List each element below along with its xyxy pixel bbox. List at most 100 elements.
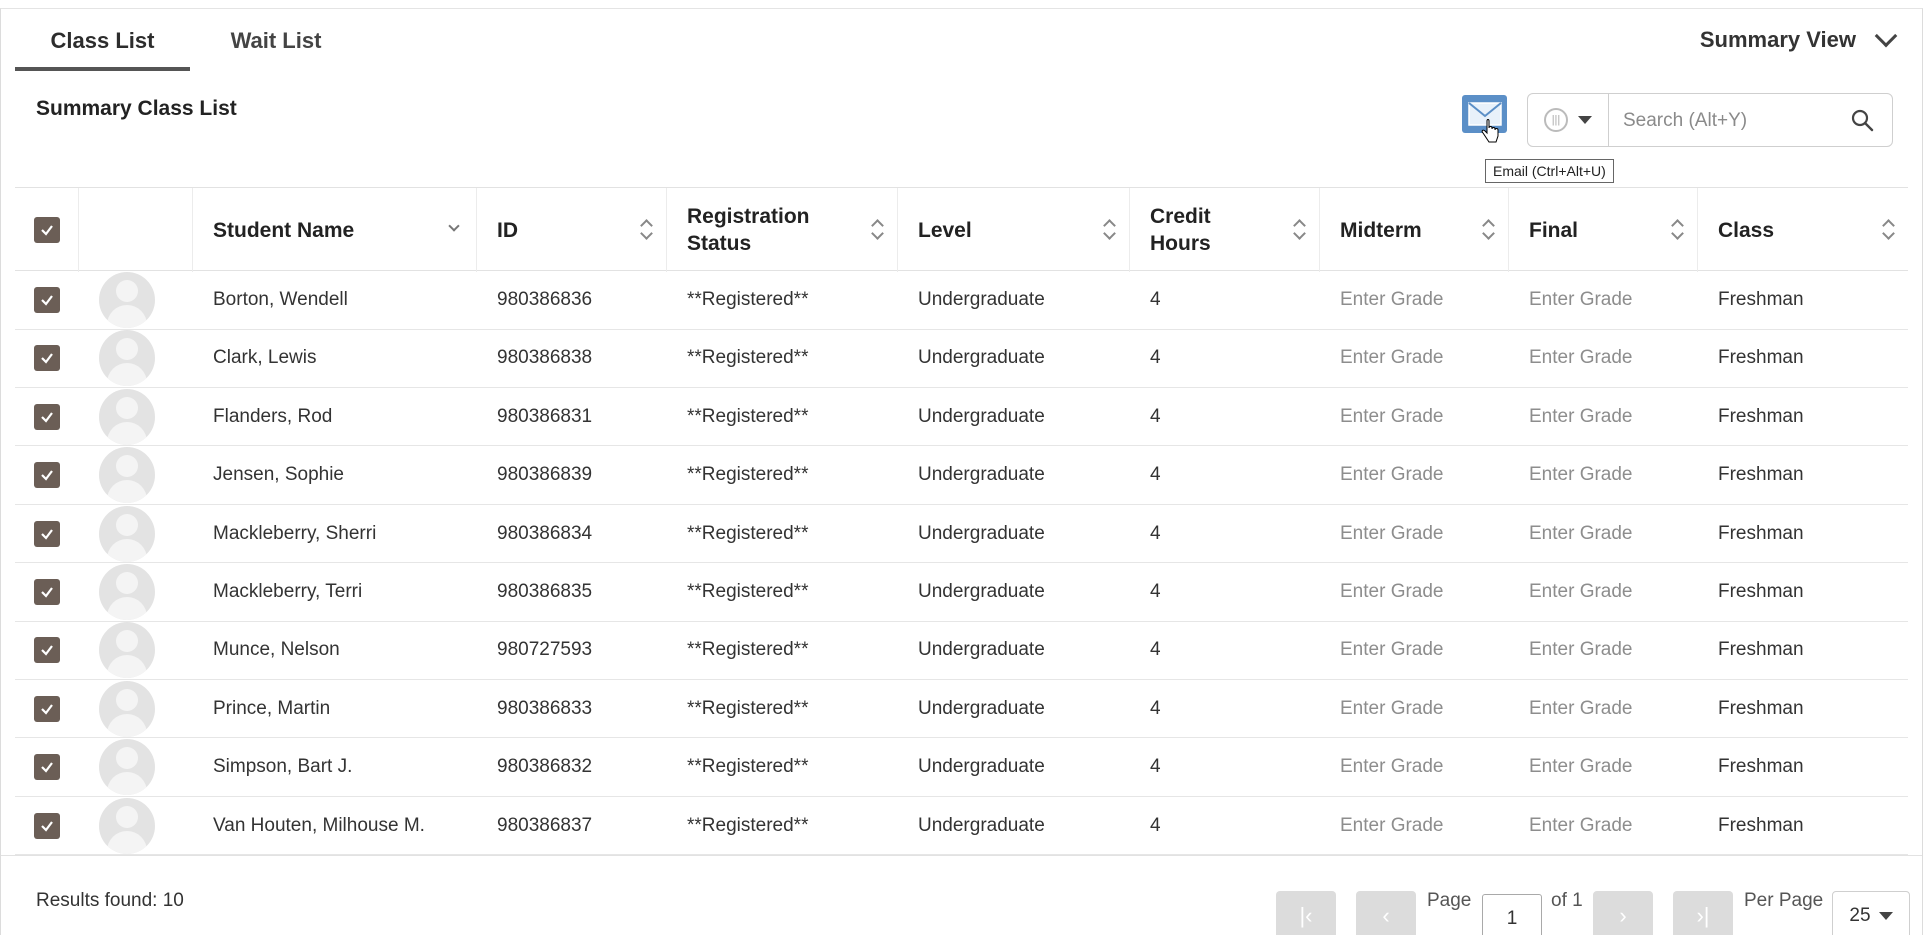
midterm-grade-input[interactable]: Enter Grade <box>1340 329 1509 387</box>
student-name-cell: Flanders, Rod <box>213 405 333 427</box>
avatar-placeholder-icon <box>99 447 155 504</box>
table-row: Jensen, Sophie 980386839 **Registered** Und… <box>15 446 1908 505</box>
photo-column-header <box>79 188 193 272</box>
checkmark-icon <box>41 762 53 773</box>
student-id-cell: 980727593 <box>497 639 593 661</box>
final-grade-input[interactable]: Enter Grade <box>1529 797 1698 855</box>
tab-class-list[interactable]: Class List <box>15 9 190 71</box>
registration-status-cell: **Registered** <box>687 522 809 544</box>
column-header-id[interactable]: ID <box>477 188 667 272</box>
checkmark-icon <box>41 645 53 657</box>
row-checkbox[interactable] <box>34 637 60 664</box>
avatar-placeholder-icon <box>99 622 155 679</box>
column-header-registration-status[interactable]: Registration Status <box>667 188 898 272</box>
final-grade-input[interactable]: Enter Grade <box>1529 680 1698 738</box>
level-cell: Undergraduate <box>918 581 1045 602</box>
caret-down-icon <box>1878 912 1893 920</box>
row-checkbox[interactable] <box>34 345 60 372</box>
student-name-cell: Jensen, Sophie <box>213 464 344 486</box>
avatar-cell <box>99 563 169 621</box>
next-page-button[interactable]: › <box>1593 891 1653 935</box>
midterm-grade-input[interactable]: Enter Grade <box>1340 621 1509 679</box>
final-grade-input[interactable]: Enter Grade <box>1529 505 1698 563</box>
class-cell: Freshman <box>1718 522 1804 544</box>
student-id-cell: 980386838 <box>497 347 593 369</box>
column-header-credit-hours[interactable]: Credit Hours <box>1130 188 1320 272</box>
student-id-cell: 980386839 <box>497 464 593 486</box>
level-cell: Undergraduate <box>918 756 1045 778</box>
midterm-grade-input[interactable]: Enter Grade <box>1340 563 1509 621</box>
search-icon[interactable] <box>1850 108 1874 132</box>
checkmark-icon <box>41 704 53 715</box>
tab-bar: Class List Wait List Summary View <box>1 9 1922 71</box>
row-checkbox[interactable] <box>34 403 60 430</box>
midterm-grade-input[interactable]: Enter Grade <box>1340 738 1509 796</box>
midterm-grade-input[interactable]: Enter Grade <box>1340 388 1509 446</box>
select-all-checkbox[interactable] <box>33 217 60 243</box>
credit-hours-cell: 4 <box>1150 581 1161 602</box>
midterm-grade-input[interactable]: Enter Grade <box>1340 505 1509 563</box>
final-grade-input[interactable]: Enter Grade <box>1529 738 1698 796</box>
search-input[interactable] <box>1623 106 1843 136</box>
avatar-cell <box>99 505 169 563</box>
row-select-cell <box>15 680 79 738</box>
credit-hours-cell: 4 <box>1150 522 1161 544</box>
first-page-button[interactable]: |‹ <box>1276 891 1336 935</box>
avatar-cell <box>99 388 169 446</box>
previous-page-button[interactable]: ‹ <box>1356 891 1416 935</box>
sort-icon <box>1884 218 1894 240</box>
column-header-final[interactable]: Final <box>1509 188 1698 272</box>
final-grade-input[interactable]: Enter Grade <box>1529 563 1698 621</box>
column-label: Midterm <box>1340 218 1422 242</box>
checkmark-icon <box>41 820 53 832</box>
sort-icon <box>1105 218 1115 240</box>
class-cell: Freshman <box>1718 464 1804 486</box>
final-grade-input[interactable]: Enter Grade <box>1529 271 1698 329</box>
page-count-label: of 1 <box>1551 890 1583 911</box>
midterm-grade-input[interactable]: Enter Grade <box>1340 271 1509 329</box>
class-cell: Freshman <box>1718 581 1804 602</box>
midterm-grade-input[interactable]: Enter Grade <box>1340 446 1509 504</box>
row-select-cell <box>15 329 79 387</box>
row-checkbox[interactable] <box>34 462 60 489</box>
summary-view-dropdown[interactable]: Summary View <box>1700 9 1898 71</box>
caret-down-icon <box>1578 116 1592 124</box>
tab-wait-list[interactable]: Wait List <box>211 9 341 71</box>
table-row: Clark, Lewis 980386838 **Registered** Under… <box>15 329 1908 388</box>
next-page-icon: › <box>1619 903 1627 928</box>
final-grade-input[interactable]: Enter Grade <box>1529 388 1698 446</box>
midterm-grade-input[interactable]: Enter Grade <box>1340 797 1509 855</box>
avatar-placeholder-icon <box>99 739 155 796</box>
row-checkbox[interactable] <box>34 520 60 547</box>
column-label: Final <box>1529 218 1579 242</box>
midterm-grade-input[interactable]: Enter Grade <box>1340 680 1509 738</box>
final-grade-input[interactable]: Enter Grade <box>1529 329 1698 387</box>
last-page-button[interactable]: ›| <box>1673 891 1733 935</box>
column-header-level[interactable]: Level <box>898 188 1130 272</box>
row-checkbox[interactable] <box>34 579 60 605</box>
column-header-class[interactable]: Class <box>1698 188 1908 272</box>
page-number-input[interactable] <box>1482 894 1542 935</box>
credit-hours-cell: 4 <box>1150 405 1161 427</box>
per-page-select[interactable]: 25 <box>1832 891 1910 935</box>
final-grade-input[interactable]: Enter Grade <box>1529 621 1698 679</box>
checkmark-icon <box>41 528 53 540</box>
avatar-cell <box>99 446 169 504</box>
final-grade-input[interactable]: Enter Grade <box>1529 446 1698 504</box>
checkmark-icon <box>41 412 53 423</box>
registration-status-cell: **Registered** <box>687 639 809 661</box>
row-checkbox[interactable] <box>34 754 60 781</box>
student-id-cell: 980386833 <box>497 697 593 719</box>
row-checkbox[interactable] <box>34 812 60 839</box>
student-name-cell: Van Houten, Milhouse M. <box>213 814 425 836</box>
column-chooser-button[interactable]: ||| <box>1527 93 1609 147</box>
column-chooser-icon: ||| <box>1544 108 1568 132</box>
column-header-student-name[interactable]: Student Name <box>193 188 477 272</box>
column-header-midterm[interactable]: Midterm <box>1320 188 1509 272</box>
level-cell: Undergraduate <box>918 289 1045 310</box>
row-select-cell <box>15 505 79 563</box>
sort-icon <box>1484 218 1494 240</box>
row-checkbox[interactable] <box>34 695 60 722</box>
row-checkbox[interactable] <box>34 287 60 313</box>
column-label: Credit Hours <box>1150 205 1211 255</box>
